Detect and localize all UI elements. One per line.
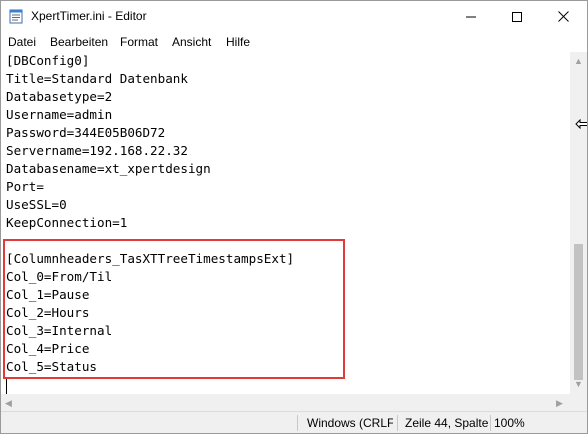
menu-format[interactable]: Format [120, 35, 158, 49]
vertical-scroll-thumb[interactable] [574, 244, 583, 380]
close-icon [557, 11, 569, 22]
status-cursor-position: Zeile 44, Spalte 1 [405, 416, 489, 430]
resize-cursor-icon [575, 119, 587, 129]
menu-datei[interactable]: Datei [8, 35, 36, 49]
text-line: Port= [6, 179, 44, 194]
text-line: [DBConfig0] [6, 53, 90, 68]
text-editor-area[interactable]: [DBConfig0] Title=Standard Datenbank Dat… [1, 52, 569, 394]
text-line: Title=Standard Datenbank [6, 71, 188, 86]
menu-hilfe[interactable]: Hilfe [226, 35, 250, 49]
menu-bearbeiten[interactable]: Bearbeiten [50, 35, 108, 49]
title-bar[interactable]: XpertTimer.ini - Editor [1, 1, 587, 32]
text-line: KeepConnection=1 [6, 215, 128, 230]
minimize-icon [466, 16, 476, 17]
text-line: Databasename=xt_xpertdesign [6, 161, 211, 176]
text-line: Databasetype=2 [6, 89, 113, 104]
scroll-left-arrow-icon[interactable]: ◀ [5, 398, 12, 408]
window-title: XpertTimer.ini - Editor [31, 9, 147, 23]
maximize-icon [512, 11, 522, 22]
vertical-scrollbar[interactable]: ▲ ▼ [570, 52, 587, 394]
text-line: Servername=192.168.22.32 [6, 143, 188, 158]
status-separator [297, 415, 298, 431]
text-line: Username=admin [6, 107, 113, 122]
scroll-down-arrow-icon[interactable]: ▼ [574, 379, 583, 389]
close-button[interactable] [540, 1, 586, 32]
scroll-right-arrow-icon[interactable]: ▶ [556, 398, 563, 408]
text-line: UseSSL=0 [6, 197, 67, 212]
status-bar: Windows (CRLF Zeile 44, Spalte 1 100% [1, 411, 587, 433]
scrollbar-corner [570, 394, 587, 411]
text-caret [6, 379, 7, 394]
menu-ansicht[interactable]: Ansicht [172, 35, 211, 49]
horizontal-scrollbar[interactable]: ◀ ▶ [1, 394, 570, 411]
scroll-up-arrow-icon[interactable]: ▲ [574, 56, 583, 66]
text-line: Password=344E05B06D72 [6, 125, 166, 140]
status-line-ending: Windows (CRLF [307, 416, 393, 430]
status-zoom: 100% [494, 416, 525, 430]
minimize-button[interactable] [448, 1, 494, 32]
status-separator [490, 415, 491, 431]
notepad-app-icon [9, 8, 23, 24]
maximize-button[interactable] [494, 1, 540, 32]
highlight-annotation-box [3, 239, 345, 379]
status-separator [397, 415, 398, 431]
menu-bar: Datei Bearbeiten Format Ansicht Hilfe [1, 32, 587, 52]
notepad-window: XpertTimer.ini - Editor Datei Bearbeiten… [0, 0, 588, 434]
